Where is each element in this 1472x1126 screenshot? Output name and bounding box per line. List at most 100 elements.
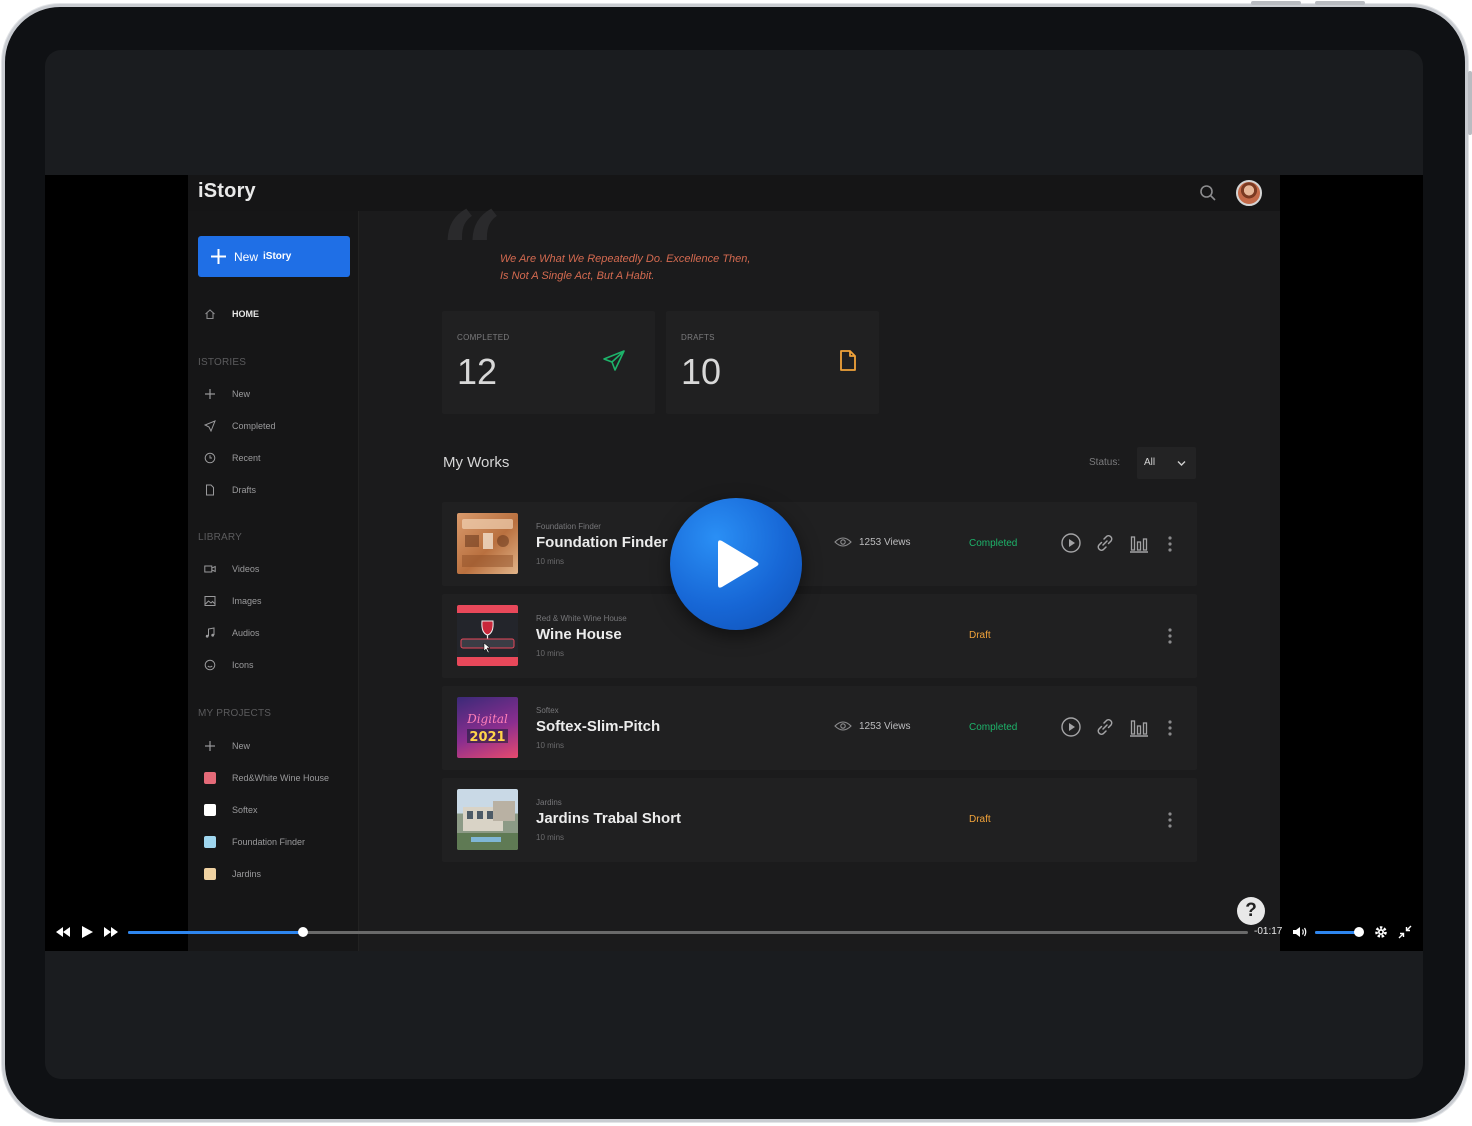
work-views-count: 1253 Views <box>859 720 911 732</box>
play-icon[interactable] <box>78 923 96 941</box>
work-thumbnail <box>457 513 518 574</box>
work-actions <box>1060 532 1162 554</box>
volume-slider[interactable] <box>1315 927 1364 937</box>
analytics-icon[interactable] <box>1128 532 1150 554</box>
app-logo[interactable]: iStory <box>198 180 256 203</box>
sidebar-item-label: Audios <box>232 628 260 638</box>
quote-mark-icon: “ <box>440 187 504 316</box>
status-filter-select[interactable]: All <box>1137 447 1196 479</box>
sidebar-item-completed[interactable]: Completed <box>204 418 276 434</box>
sidebar-item-label: Jardins <box>232 869 262 879</box>
drafts-stat-card[interactable]: DRAFTS 10 <box>666 311 879 414</box>
more-vertical-icon[interactable] <box>1164 534 1176 554</box>
tablet-screen: iStory New iStory HOME ISTORIES New Comp… <box>45 50 1423 1079</box>
more-vertical-icon[interactable] <box>1164 810 1176 830</box>
analytics-icon[interactable] <box>1128 716 1150 738</box>
exit-fullscreen-icon[interactable] <box>1396 923 1414 941</box>
work-status: Completed <box>969 722 1018 733</box>
sidebar-item-project-foundation-finder[interactable]: Foundation Finder <box>204 834 305 850</box>
drafts-stat-label: DRAFTS <box>681 333 715 342</box>
volume-icon[interactable] <box>1291 923 1309 941</box>
hardware-top-button-2 <box>1315 1 1365 5</box>
music-icon <box>204 627 216 639</box>
work-duration: 10 mins <box>536 557 565 566</box>
work-title[interactable]: Jardins Trabal Short <box>536 810 681 827</box>
completed-stat-card[interactable]: COMPLETED 12 <box>442 311 655 414</box>
sidebar-item-label: Recent <box>232 453 261 463</box>
work-duration: 10 mins <box>536 649 565 658</box>
player-controls: -01:17 <box>45 919 1423 945</box>
video-icon <box>204 563 216 575</box>
work-row-jardins[interactable]: Jardins Jardins Trabal Short 10 mins Dra… <box>442 778 1197 862</box>
stories-section-title: ISTORIES <box>198 357 247 368</box>
video-player[interactable]: iStory New iStory HOME ISTORIES New Comp… <box>45 175 1423 951</box>
user-avatar[interactable] <box>1236 180 1262 206</box>
fast-forward-icon[interactable] <box>102 923 120 941</box>
sidebar-item-new-project[interactable]: New <box>204 738 250 754</box>
hardware-top-button-1 <box>1251 1 1301 5</box>
play-circle-icon[interactable] <box>1060 532 1082 554</box>
sidebar-item-icons[interactable]: Icons <box>204 657 254 673</box>
play-circle-icon[interactable] <box>1060 716 1082 738</box>
project-color-swatch <box>204 868 216 880</box>
sidebar-item-drafts[interactable]: Drafts <box>204 482 256 498</box>
top-bar: iStory <box>188 175 1280 211</box>
sidebar-item-project-jardins[interactable]: Jardins <box>204 866 261 882</box>
sidebar-home-label: HOME <box>232 309 259 319</box>
my-works-title: My Works <box>443 454 510 471</box>
volume-slider-fill <box>1315 931 1359 934</box>
smile-icon <box>204 659 216 671</box>
work-row-foundation-finder[interactable]: Foundation Finder Foundation Finder 10 m… <box>442 502 1197 586</box>
sidebar-item-new-story[interactable]: New <box>204 386 250 402</box>
progress-scrubber-handle[interactable] <box>297 927 308 937</box>
work-duration: 10 mins <box>536 741 565 750</box>
work-title[interactable]: Foundation Finder <box>536 534 668 551</box>
quote-text: We Are What We Repeatedly Do. Excellence… <box>500 251 800 285</box>
status-filter-label: Status: <box>1089 457 1121 468</box>
sidebar-item-videos[interactable]: Videos <box>204 561 259 577</box>
sidebar-item-audios[interactable]: Audios <box>204 625 260 641</box>
sidebar-item-images[interactable]: Images <box>204 593 262 609</box>
progress-bar[interactable] <box>128 927 1248 937</box>
plus-icon <box>204 388 216 400</box>
work-title[interactable]: Wine House <box>536 626 622 643</box>
file-icon <box>204 484 216 496</box>
new-istory-button[interactable]: New iStory <box>198 236 350 277</box>
sidebar: New iStory HOME ISTORIES New Completed R… <box>188 211 359 951</box>
search-icon[interactable] <box>1198 183 1218 203</box>
work-status: Draft <box>969 814 991 825</box>
rewind-icon[interactable] <box>54 923 72 941</box>
work-title[interactable]: Softex-Slim-Pitch <box>536 718 660 735</box>
sidebar-item-label: Images <box>232 596 262 606</box>
volume-slider-handle[interactable] <box>1353 927 1364 937</box>
status-filter-value: All <box>1144 457 1156 468</box>
work-status: Completed <box>969 538 1018 549</box>
sidebar-item-label: Red&White Wine House <box>232 773 330 783</box>
more-vertical-icon[interactable] <box>1164 718 1176 738</box>
settings-gear-icon[interactable] <box>1372 923 1390 941</box>
work-row-softex[interactable]: Digital 2021 Softex Softex-Slim-Pitch 10 … <box>442 686 1197 770</box>
sidebar-item-project-softex[interactable]: Softex <box>204 802 258 818</box>
sidebar-item-label: New <box>232 389 251 399</box>
completed-stat-value: 12 <box>457 351 498 392</box>
big-play-button[interactable] <box>670 498 802 630</box>
sidebar-item-label: Foundation Finder <box>232 837 306 847</box>
sidebar-item-label: Videos <box>232 564 260 574</box>
sidebar-item-label: Completed <box>232 421 276 431</box>
work-project-name: Foundation Finder <box>536 522 601 531</box>
time-remaining: -01:17 <box>1254 926 1283 937</box>
play-icon <box>718 540 759 588</box>
thumbnail-year-text: 2021 <box>469 730 505 745</box>
link-icon[interactable] <box>1094 532 1116 554</box>
work-thumbnail <box>457 789 518 850</box>
sidebar-item-recent[interactable]: Recent <box>204 450 261 466</box>
work-duration: 10 mins <box>536 833 565 842</box>
link-icon[interactable] <box>1094 716 1116 738</box>
quote-line-2: Is Not A Single Act, But A Habit. <box>500 270 655 282</box>
sidebar-item-label: Drafts <box>232 485 257 495</box>
work-row-wine-house[interactable]: Red & White Wine House Wine House 10 min… <box>442 594 1197 678</box>
more-vertical-icon[interactable] <box>1164 626 1176 646</box>
sidebar-item-project-wine-house[interactable]: Red&White Wine House <box>204 770 329 786</box>
work-project-name: Jardins <box>536 798 562 807</box>
sidebar-item-home[interactable]: HOME <box>204 306 259 322</box>
